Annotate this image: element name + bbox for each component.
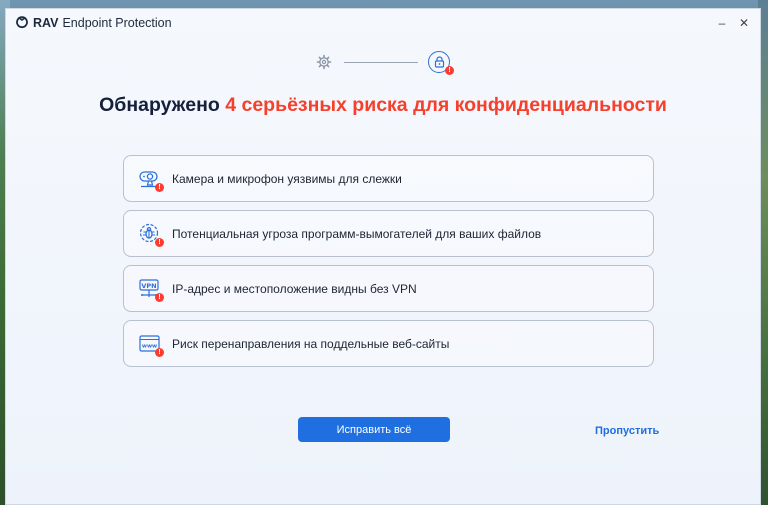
minimize-button[interactable]: – [712, 13, 732, 33]
headline-prefix: Обнаружено [99, 94, 220, 116]
alert-badge: ! [445, 66, 454, 75]
risk-label: Камера и микрофон уязвимы для слежки [172, 171, 402, 186]
step-lock-indicator: ! [428, 51, 454, 75]
svg-text:VPN: VPN [141, 282, 156, 290]
progress-steps: ! [6, 51, 760, 75]
app-window: RAV Endpoint Protection – ✕ ! Обнаружено… [5, 8, 761, 505]
risk-label: Риск перенаправления на поддельные веб-с… [172, 336, 450, 351]
risk-label: Потенциальная угроза программ-вымогателе… [172, 226, 542, 241]
webcam-icon: ! [138, 167, 164, 192]
ransomware-bug-icon: ! [138, 222, 164, 247]
gear-icon [316, 54, 332, 70]
alert-badge: ! [155, 347, 164, 357]
step-connector [344, 61, 418, 63]
alert-badge: ! [155, 292, 164, 302]
risk-label: IP-адрес и местоположение видны без VPN [172, 281, 417, 296]
headline-risk-count: 4 серьёзных риска для конфиденциальности [225, 94, 667, 116]
fix-all-button[interactable]: Исправить всё [298, 417, 450, 442]
lock-icon [434, 56, 444, 68]
risk-item-vpn[interactable]: VPN ! IP-адрес и местоположение видны бе… [123, 265, 654, 312]
close-button[interactable]: ✕ [734, 13, 754, 33]
app-product-name: Endpoint Protection [62, 16, 172, 30]
page-title: Обнаружено 4 серьёзных риска для конфиде… [6, 94, 760, 117]
skip-link[interactable]: Пропустить [595, 425, 659, 437]
vpn-icon: VPN ! [138, 277, 164, 302]
alert-badge: ! [155, 182, 164, 192]
risk-item-camera[interactable]: ! Камера и микрофон уязвимы для слежки [123, 155, 654, 202]
title-bar: RAV Endpoint Protection – ✕ [6, 9, 760, 37]
risk-list: ! Камера и микрофон уязвимы для слежки !… [123, 155, 654, 367]
svg-text:www: www [142, 343, 157, 349]
alert-badge: ! [155, 237, 164, 247]
rav-logo-icon [16, 16, 28, 29]
app-title: RAV Endpoint Protection [33, 16, 172, 30]
app-brand: RAV [33, 16, 59, 30]
risk-item-ransomware[interactable]: ! Потенциальная угроза программ-вымогате… [123, 210, 654, 257]
risk-item-phishing[interactable]: www ! Риск перенаправления на поддельные… [123, 320, 654, 367]
browser-www-icon: www ! [138, 332, 164, 357]
